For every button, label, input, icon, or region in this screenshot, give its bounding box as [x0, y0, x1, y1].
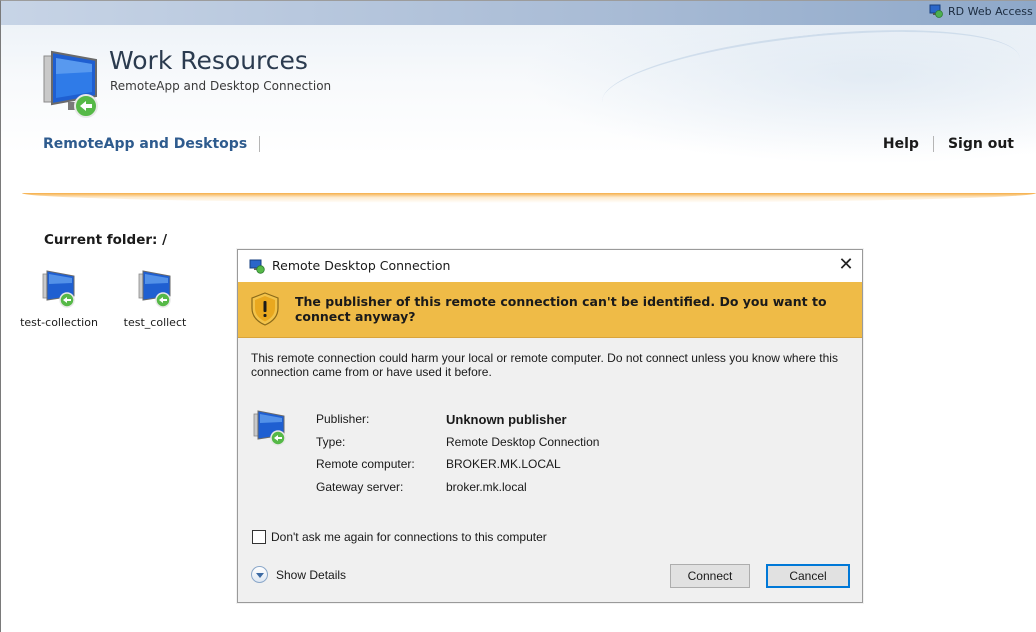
remote-desktop-icon [253, 408, 287, 446]
user-nav: Help Sign out [883, 136, 1014, 152]
nav-separator [932, 136, 934, 152]
rd-web-access-label: RD Web Access [929, 4, 1033, 18]
resource-test-collect[interactable]: test_collect [110, 268, 200, 329]
remote-desktop-monitor-icon [42, 48, 100, 118]
warning-description: This remote connection could harm your l… [251, 351, 838, 379]
chevron-down-icon[interactable] [251, 566, 268, 583]
remote-desktop-connection-dialog: Remote Desktop Connection ✕ The publishe… [237, 249, 863, 603]
detail-row-gateway-server: Gateway server: broker.mk.local [316, 479, 527, 494]
dialog-title: Remote Desktop Connection [272, 258, 451, 273]
sign-out-link[interactable]: Sign out [948, 136, 1014, 152]
resource-label: test_collect [123, 316, 187, 329]
remoteapp-and-desktops-link[interactable]: RemoteApp and Desktops [43, 136, 247, 152]
nav-separator [259, 136, 261, 152]
connect-button[interactable]: Connect [670, 564, 750, 588]
warning-shield-icon [250, 292, 280, 326]
resource-test-collection[interactable]: test-collection [14, 268, 104, 329]
resource-label: test-collection [20, 316, 98, 329]
page-subtitle: RemoteApp and Desktop Connection [110, 79, 332, 93]
cancel-button[interactable]: Cancel [766, 564, 850, 588]
rd-web-access-icon [929, 4, 943, 18]
page-title: Work Resources [109, 46, 308, 75]
current-folder-label: Current folder: / [44, 232, 168, 248]
close-icon[interactable]: ✕ [835, 254, 857, 276]
remote-desktop-icon [137, 268, 173, 308]
detail-row-remote-computer: Remote computer: BROKER.MK.LOCAL [316, 457, 561, 472]
show-details-toggle[interactable]: Show Details [251, 566, 346, 583]
connection-details: Publisher: Unknown publisher Type: Remot… [316, 408, 599, 498]
security-warning-banner: The publisher of this remote connection … [238, 282, 862, 338]
help-link[interactable]: Help [883, 136, 919, 152]
top-bar: RD Web Access [1, 1, 1036, 25]
checkbox-box[interactable] [252, 530, 266, 544]
dont-ask-again-checkbox[interactable]: Don't ask me again for connections to th… [252, 530, 547, 544]
detail-row-publisher: Publisher: Unknown publisher [316, 411, 567, 427]
warning-message: The publisher of this remote connection … [295, 294, 827, 324]
show-details-label[interactable]: Show Details [276, 568, 346, 582]
detail-row-type: Type: Remote Desktop Connection [316, 434, 600, 449]
remote-desktop-connection-icon [249, 258, 265, 274]
dialog-titlebar[interactable]: Remote Desktop Connection ✕ [238, 250, 862, 282]
remote-desktop-icon [41, 268, 77, 308]
main-nav: RemoteApp and Desktops [43, 136, 261, 152]
checkbox-label[interactable]: Don't ask me again for connections to th… [271, 530, 547, 544]
